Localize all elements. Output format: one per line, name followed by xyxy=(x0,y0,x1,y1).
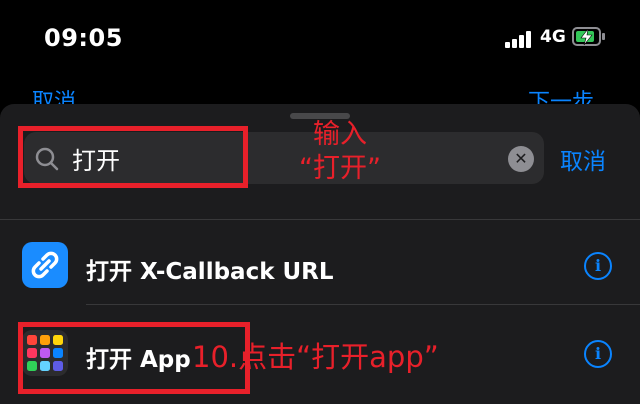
annotation-step-input: 输入 “打开” xyxy=(299,119,381,184)
link-icon xyxy=(22,242,68,288)
signal-icon xyxy=(505,30,535,48)
list-item-open-x-callback-url[interactable]: 打开 X-Callback URL i xyxy=(0,226,640,306)
network-type: 4G xyxy=(540,27,566,47)
status-bar: 09:05 4G xyxy=(0,0,640,80)
divider xyxy=(0,219,640,220)
info-icon[interactable]: i xyxy=(584,252,612,280)
battery-charging-icon xyxy=(572,26,606,48)
info-icon[interactable]: i xyxy=(584,340,612,368)
cancel-button[interactable]: 取消 xyxy=(560,142,606,176)
row-separator xyxy=(86,304,640,305)
status-time: 09:05 xyxy=(44,24,123,52)
clear-icon[interactable]: ✕ xyxy=(508,146,534,172)
annotation-step-10: 10.点击“打开app” xyxy=(192,340,439,374)
list-item-title: 打开 X-Callback URL xyxy=(86,259,334,285)
annotation-box-search xyxy=(18,126,248,188)
